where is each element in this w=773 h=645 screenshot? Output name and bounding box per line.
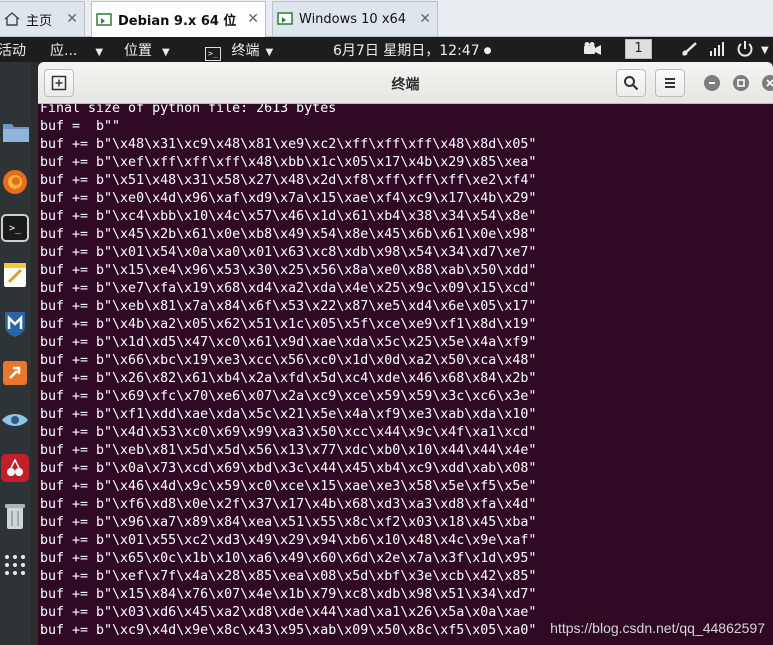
terminal-line: buf += b"\xef\xff\xff\xff\x48\xbb\x1c\x0… — [40, 155, 537, 170]
tab-label: 主页 — [26, 13, 53, 29]
power-icon[interactable] — [736, 40, 754, 62]
terminal-line: buf += b"\x1d\xd5\x47\xc0\x61\x9d\xae\xd… — [40, 335, 537, 350]
tab-label: Debian 9.x 64 位 — [118, 14, 237, 29]
network-icon[interactable] — [681, 41, 699, 61]
maximize-button[interactable] — [733, 75, 749, 91]
tab-debian[interactable]: Debian 9.x 64 位 ✕ — [91, 1, 266, 37]
tab-label: Windows 10 x64 — [299, 11, 407, 27]
vm-icon — [96, 12, 112, 26]
terminal-line: buf += b"\x66\xbc\x19\xe3\xcc\x56\xc0\x1… — [40, 353, 537, 368]
dock: >_ — [0, 62, 31, 645]
chevron-down-icon[interactable]: ▼ — [761, 41, 769, 57]
tab-home[interactable]: 主页 ✕ — [0, 1, 85, 36]
watermark: https://blog.csdn.net/qq_44862597 — [550, 620, 765, 636]
terminal-header-bar: 终端 — [38, 62, 773, 104]
terminal-line: buf += b"\x01\x55\xc2\xd3\x49\x29\x94\xb… — [40, 533, 537, 548]
terminal-line: buf += b"\x4d\x53\xc0\x69\x99\xa3\x50\xc… — [40, 425, 537, 440]
tab-windows10[interactable]: Windows 10 x64 ✕ — [272, 1, 438, 36]
close-icon[interactable]: ✕ — [66, 11, 78, 27]
home-icon — [4, 12, 20, 26]
minimize-icon — [709, 82, 715, 84]
activities-button[interactable]: 活动 — [0, 40, 26, 60]
terminal-line: buf += b"\xeb\x81\x7a\x84\x6f\x53\x22\x8… — [40, 299, 537, 314]
terminal-icon[interactable]: >_ — [1, 214, 29, 242]
cherrytree-icon[interactable] — [1, 454, 29, 482]
files-icon[interactable] — [1, 118, 31, 146]
terminal-line: buf += b"\xe7\xfa\x19\x68\xd4\xa2\xda\x4… — [40, 281, 537, 296]
terminal-line: buf += b"\x15\xe4\x96\x53\x30\x25\x56\x8… — [40, 263, 537, 278]
terminal-line: buf += b"\x46\x4d\x9c\x59\xc0\xce\x15\xa… — [40, 479, 537, 494]
terminal-line: buf += b"\xf1\xdd\xae\xda\x5c\x21\x5e\x4… — [40, 407, 537, 422]
vm-tab-bar: 主页 ✕ Debian 9.x 64 位 ✕ Windows 10 x64 ✕ — [0, 0, 773, 37]
camera-icon[interactable] — [584, 42, 602, 60]
clock-label: 6月7日 星期日，12:47 — [333, 43, 480, 59]
terminal-text: Final size of python file: 2613 bytes buf… — [40, 104, 536, 640]
terminal-line: Final size of python file: 2613 bytes — [40, 104, 337, 116]
volume-icon[interactable] — [709, 41, 725, 61]
search-icon — [624, 76, 639, 91]
menu-button[interactable] — [655, 69, 685, 97]
terminal-line: buf += b"\x51\x48\x31\x58\x27\x48\x2d\xf… — [40, 173, 537, 188]
terminal-line: buf += b"\x48\x31\xc9\x48\x81\xe9\xc2\xf… — [40, 137, 537, 152]
terminal-app-menu[interactable]: >_ 终端 ▼ — [205, 40, 273, 61]
terminal-line: buf += b"\x96\xa7\x89\x84\xea\x51\x55\x8… — [40, 515, 537, 530]
terminal-line: buf += b"\xc4\xbb\x10\x4c\x57\x46\x1d\x6… — [40, 209, 537, 224]
places-menu[interactable]: 位置 ▼ — [124, 40, 170, 60]
text-editor-icon[interactable] — [1, 261, 29, 289]
chevron-down-icon: ▼ — [95, 47, 104, 58]
terminal-line: buf += b"\x45\x2b\x61\x0e\xb8\x49\x54\x8… — [40, 227, 537, 242]
chevron-down-icon: ▼ — [265, 47, 274, 58]
terminal-line: buf += b"\x15\x84\x76\x07\x4e\x1b\x79\xc… — [40, 587, 537, 602]
show-applications-icon[interactable] — [1, 551, 29, 579]
close-button[interactable] — [762, 75, 773, 91]
burpsuite-icon[interactable] — [1, 359, 29, 387]
terminal-line: buf += b"\xef\x7f\x4a\x28\x85\xea\x08\x5… — [40, 569, 537, 584]
metasploit-icon[interactable] — [1, 310, 29, 338]
terminal-line: buf += b"\xeb\x81\x5d\x5d\x56\x13\x77\xd… — [40, 443, 537, 458]
applications-label: 应... — [50, 43, 78, 59]
hamburger-menu-icon — [665, 78, 675, 88]
places-label: 位置 — [124, 43, 152, 59]
terminal-line: buf += b"\x65\x0c\x1b\x10\xa6\x49\x60\x6… — [40, 551, 537, 566]
applications-menu[interactable]: 应... ▼ — [50, 40, 103, 60]
terminal-line: buf += b"\x0a\x73\xcd\x69\xbd\x3c\x44\x4… — [40, 461, 537, 476]
close-icon — [766, 79, 773, 87]
close-icon[interactable]: ✕ — [419, 11, 431, 27]
eye-icon[interactable] — [1, 406, 29, 434]
terminal-line: buf += b"\x03\xd6\x45\xa2\xd8\xde\x44\xa… — [40, 605, 537, 620]
chevron-down-icon: ▼ — [162, 47, 170, 58]
terminal-line: buf += b"\xe0\x4d\x96\xaf\xd9\x7a\x15\xa… — [40, 191, 537, 206]
terminal-icon: >_ — [205, 47, 221, 61]
terminal-line: buf += b"\xf6\xd8\x0e\x2f\x37\x17\x4b\x6… — [40, 497, 537, 512]
terminal-line: buf += b"\x01\x54\x0a\xa0\x01\x63\xc8\xd… — [40, 245, 537, 260]
minimize-button[interactable] — [704, 75, 720, 91]
terminal-output[interactable]: Final size of python file: 2613 bytes buf… — [38, 104, 773, 645]
terminal-line: buf += b"\x26\x82\x61\xb4\x2a\xfd\x5d\xc… — [40, 371, 537, 386]
workspace-indicator[interactable]: 1 — [625, 39, 652, 59]
terminal-menu-label: 终端 — [231, 43, 260, 59]
clock[interactable]: 6月7日 星期日，12:47 ● — [333, 40, 491, 60]
close-icon[interactable]: ✕ — [247, 11, 259, 27]
terminal-line: buf += b"\x69\xfc\x70\xe6\x07\x2a\xc9\xc… — [40, 389, 537, 404]
trash-icon[interactable] — [1, 502, 29, 530]
gnome-top-bar: 活动 应... ▼ 位置 ▼ >_ 终端 ▼ 6月7日 星期日，12:47 ● 1 ▼ — [0, 37, 773, 62]
search-button[interactable] — [616, 69, 646, 97]
terminal-line: buf = b"" — [40, 119, 121, 134]
notification-dot-icon: ● — [483, 46, 492, 56]
terminal-line: buf += b"\x4b\xa2\x05\x62\x51\x1c\x05\x5… — [40, 317, 537, 332]
firefox-icon[interactable] — [1, 168, 29, 196]
terminal-line: buf += b"\xc9\x4d\x9e\x8c\x43\x95\xab\x0… — [40, 623, 537, 638]
maximize-icon — [737, 79, 745, 87]
vm-icon — [277, 12, 293, 25]
